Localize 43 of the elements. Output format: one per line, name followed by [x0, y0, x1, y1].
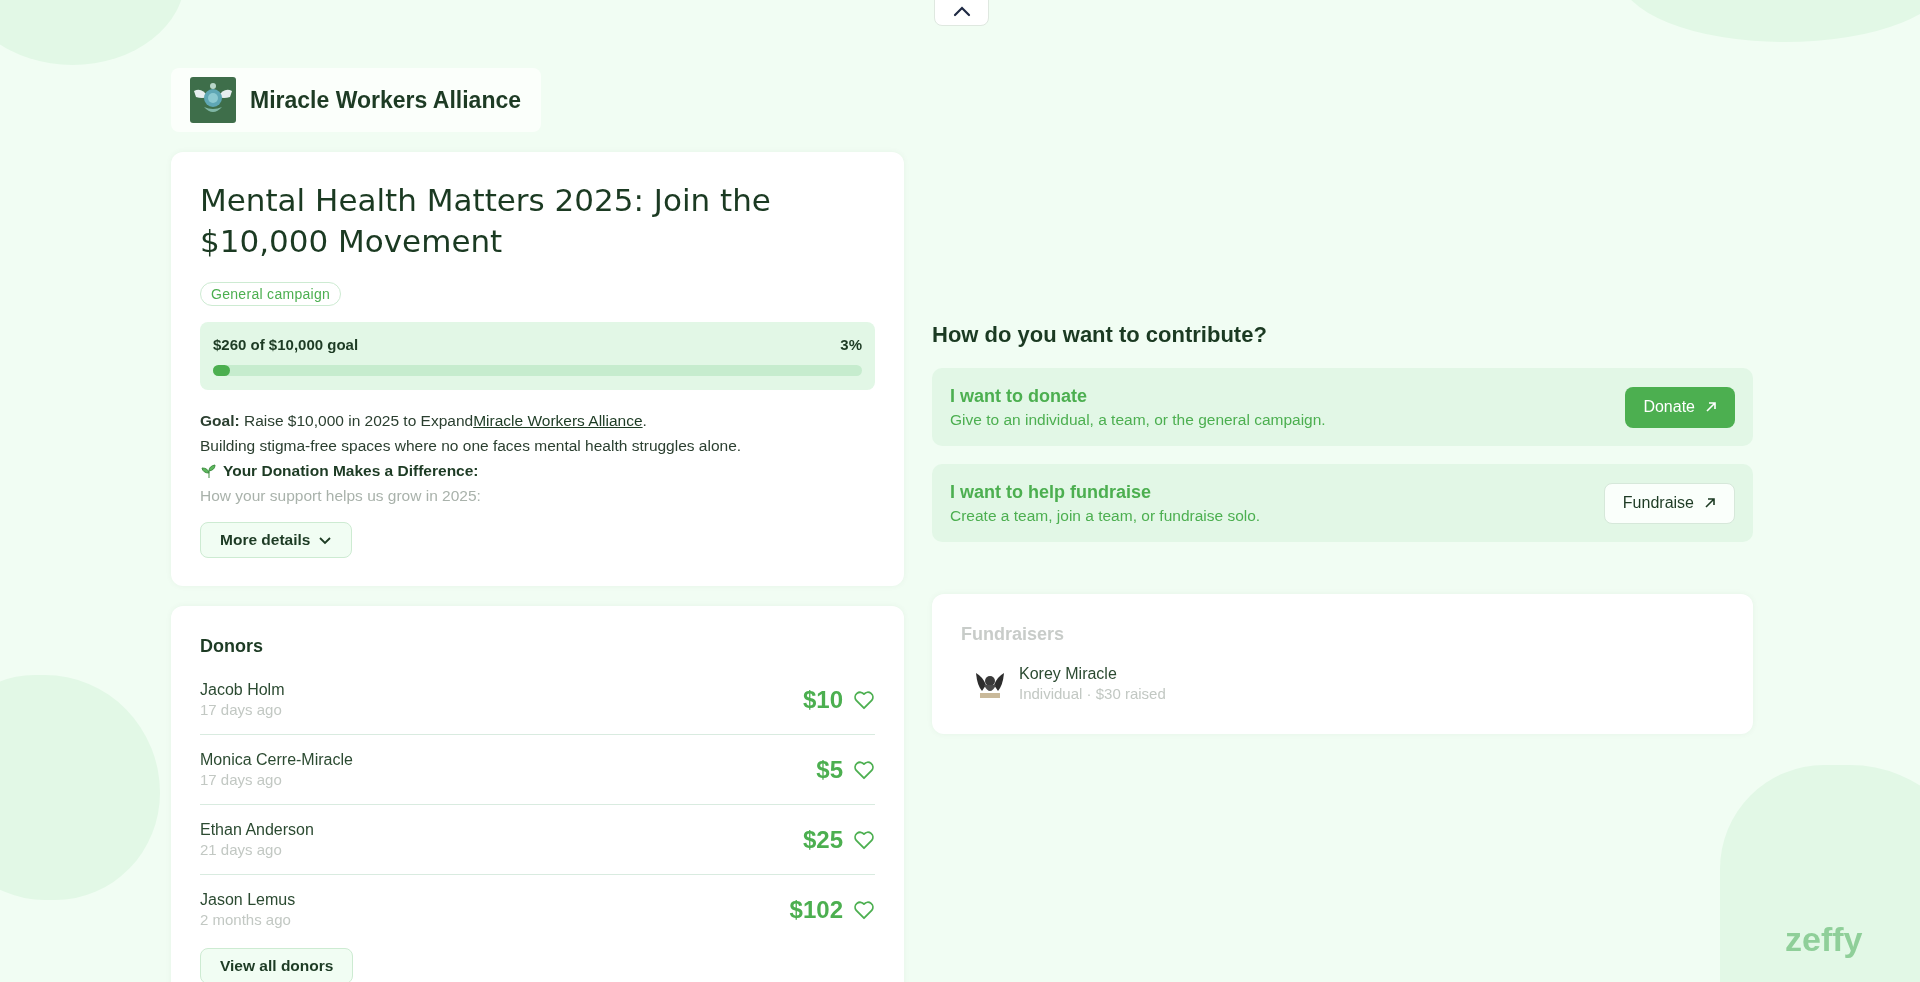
- option-description: Create a team, join a team, or fundraise solo.: [950, 506, 1262, 525]
- campaign-title: Mental Health Matters 2025: Join the $10,000 Movement: [200, 181, 772, 261]
- fundraiser-name: Korey Miracle: [1019, 665, 1118, 683]
- donor-name: Ethan Anderson: [200, 821, 315, 839]
- donation-amount: $25: [802, 825, 843, 854]
- chevron-down-icon: [318, 535, 333, 545]
- heart-icon[interactable]: [853, 759, 875, 780]
- brand-logo: zeffy: [1785, 920, 1863, 959]
- donation-time: 2 months ago: [200, 911, 292, 928]
- goal-text: Goal: Raise $10,000 in 2025 to ExpandMiracle Workers Alliance.: [200, 411, 647, 431]
- organization-link[interactable]: Miracle Workers Alliance: [473, 412, 643, 429]
- option-title: I want to donate: [950, 385, 1088, 407]
- raised-amount: $260 of $10,000 goal: [213, 336, 359, 353]
- heart-icon[interactable]: [853, 689, 875, 710]
- donation-amount: $10: [802, 685, 843, 714]
- donation-time: 17 days ago: [200, 771, 283, 788]
- contribute-heading: How do you want to contribute?: [932, 322, 1268, 348]
- donors-heading: Donors: [200, 636, 264, 657]
- chevron-up-icon: [952, 5, 971, 17]
- option-description: Give to an individual, a team, or the general campaign.: [950, 410, 1327, 429]
- fundraiser-detail: Individual · $30 raised: [1019, 685, 1166, 702]
- heart-icon[interactable]: [853, 899, 875, 920]
- fundraise-button[interactable]: Fundraise: [1603, 482, 1735, 524]
- heart-icon[interactable]: [853, 829, 875, 850]
- option-title: I want to help fundraise: [950, 481, 1152, 503]
- section-subheading: Your Donation Makes a Difference:: [223, 461, 479, 481]
- view-all-donors-button[interactable]: View all donors: [200, 948, 354, 982]
- external-arrow-icon: [1705, 401, 1717, 413]
- donation-amount: $5: [816, 755, 843, 784]
- donor-name: Jacob Holm: [200, 681, 286, 699]
- mission-text: Building stigma-free spaces where no one faces mental health struggles alone.: [200, 436, 742, 456]
- description-text: How your support helps us grow in 2025:: [200, 486, 481, 506]
- external-arrow-icon: [1704, 497, 1716, 509]
- organization-name: Miracle Workers Alliance: [250, 86, 521, 114]
- donor-name: Jason Lemus: [200, 891, 297, 909]
- progress-percent: 3%: [840, 336, 862, 353]
- donation-time: 17 days ago: [200, 701, 283, 718]
- donor-name: Monica Cerre-Miracle: [200, 751, 354, 769]
- donation-time: 21 days ago: [200, 841, 283, 858]
- more-details-button[interactable]: More details: [200, 522, 353, 558]
- donation-amount: $102: [789, 895, 843, 924]
- seedling-icon: [200, 463, 218, 478]
- scroll-up-button[interactable]: [934, 0, 989, 26]
